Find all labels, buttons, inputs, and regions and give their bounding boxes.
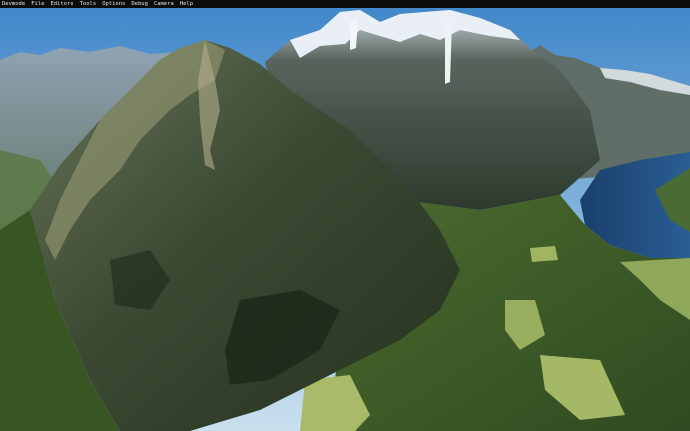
menu-file[interactable]: File — [31, 0, 44, 8]
menu-devmode[interactable]: Devmode — [2, 0, 25, 8]
menu-editors[interactable]: Editors — [50, 0, 73, 8]
menu-debug[interactable]: Debug — [131, 0, 148, 8]
flight-sim-viewport[interactable]: Devmode File Editors Tools Options Debug… — [0, 0, 690, 431]
menu-tools[interactable]: Tools — [80, 0, 97, 8]
menu-camera[interactable]: Camera — [154, 0, 174, 8]
3d-scene-render[interactable] — [0, 0, 690, 431]
meadow-patch — [530, 246, 558, 262]
menu-help[interactable]: Help — [180, 0, 193, 8]
menu-options[interactable]: Options — [102, 0, 125, 8]
devmode-menubar: Devmode File Editors Tools Options Debug… — [0, 0, 690, 8]
